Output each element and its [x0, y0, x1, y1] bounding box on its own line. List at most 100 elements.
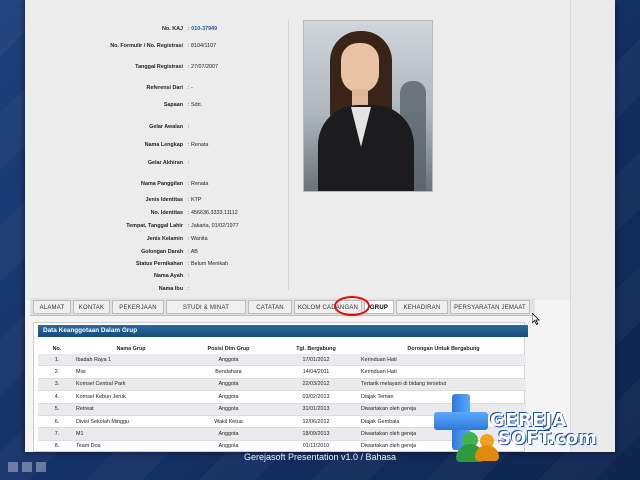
field-value: : 27/07/2007	[188, 64, 218, 70]
profile-row: Gelar Akhiran:	[25, 160, 255, 174]
profile-row: No. Formulir / No. Registrasi : 8104/1107	[25, 43, 255, 57]
table-cell: Retreat	[76, 403, 186, 416]
field-label: Gelar Awalan	[149, 124, 183, 130]
table-row[interactable]: 2. Misi Bendahara 14/04/2011 Kerinduan Hati	[38, 365, 526, 379]
highlight-circle	[334, 296, 370, 316]
profile-row: Nama Lengkap : Renata	[25, 142, 255, 156]
table-cell: Anggota	[186, 354, 271, 367]
field-value: : Jakarta, 01/02/1977	[188, 223, 239, 229]
field-label: Sapaan	[163, 102, 183, 108]
member-detail-page: No. KAJ : 010-37949 No. Formulir / No. Reg…	[25, 0, 615, 452]
table-cell: Anggota	[186, 403, 271, 416]
profile-row: Nama Ayah:	[25, 273, 255, 287]
col-tgl-bergabung: Tgl. Bergabung	[296, 345, 336, 352]
table-cell: Tertarik melayani di bidang tersebut	[361, 378, 526, 392]
table-cell: 03/02/2013	[271, 390, 361, 404]
col-posisi: Posisi Dlm Grup	[207, 345, 250, 352]
tab-bar: ALAMAT KONTAK PEKERJAAN STUDI & MINAT CA…	[30, 298, 535, 316]
field-value: : KTP	[188, 197, 202, 203]
logo-text-soft: SOFT.com	[498, 428, 597, 449]
tab-studi-minat[interactable]: STUDI & MINAT	[166, 300, 246, 314]
tab-kontak[interactable]: KONTAK	[73, 300, 110, 314]
tab-pekerjaan[interactable]: PEKERJAAN	[112, 300, 164, 314]
scroll-area	[570, 0, 615, 452]
profile-row: No. Identitas: 456636.3333.11112	[25, 210, 255, 224]
col-nama-grup: Nama Grup	[116, 345, 146, 352]
member-photo	[303, 20, 433, 192]
tab-persyaratan-jemaat[interactable]: PERSYARATAN JEMAAT	[450, 300, 530, 314]
field-label: Tempat, Tanggal Lahir	[126, 223, 183, 229]
group-panel-title: Data Keanggotaan Dalam Grup	[38, 325, 528, 337]
field-value: :	[188, 124, 190, 130]
table-row[interactable]: 3. Komsel Central Park Anggota 22/03/2012 Te…	[38, 378, 526, 392]
field-value: : -	[188, 85, 193, 91]
field-value: : 010-37949	[188, 26, 218, 32]
field-value: : Renata	[188, 142, 209, 148]
table-cell: Anggota	[186, 390, 271, 404]
table-header-row: No. Nama Grup Posisi Dlm Grup Tgl. Berga…	[38, 343, 526, 354]
table-cell: Anggota	[186, 427, 271, 441]
tab-alamat[interactable]: ALAMAT	[33, 300, 71, 314]
tab-kehadiran[interactable]: KEHADIRAN	[396, 300, 448, 314]
slide-footer: Gerejasoft Presentation v1.0 / Bahasa	[243, 452, 397, 462]
next-slide-icon[interactable]	[36, 462, 46, 472]
field-label: No. Formulir / No. Registrasi	[110, 43, 183, 49]
profile-row: Jenis Identitas : KTP	[25, 197, 255, 211]
table-cell: 12/06/2012	[271, 415, 361, 429]
field-value: :	[188, 273, 190, 279]
field-label: Jenis Identitas	[145, 197, 183, 203]
profile-row: No. KAJ : 010-37949	[25, 26, 255, 40]
field-value: :	[188, 286, 190, 292]
profile-row: Tempat, Tanggal Lahir : Jakarta, 01/02/19…	[25, 223, 255, 237]
menu-icon[interactable]	[22, 462, 32, 472]
col-no: No.	[52, 345, 62, 352]
mouse-pointer-icon	[532, 313, 540, 325]
slide-navigation	[8, 462, 58, 474]
field-label: Referensi Dari	[146, 85, 183, 91]
table-cell: 8.	[38, 440, 76, 452]
profile-area: No. KAJ : 010-37949 No. Formulir / No. Reg…	[25, 0, 570, 300]
field-label: No. KAJ	[162, 26, 183, 32]
table-cell: 3.	[38, 378, 76, 392]
table-cell: Bendahara	[186, 365, 271, 379]
field-label: Nama Panggilan	[141, 181, 183, 187]
field-value: : 8104/1107	[188, 43, 217, 49]
table-cell: 17/01/2012	[271, 354, 361, 367]
field-label: Golongan Darah	[141, 249, 183, 255]
field-value: : Sdri.	[188, 102, 203, 108]
field-label: Nama Ibu	[158, 286, 183, 292]
field-label: Nama Lengkap	[144, 142, 183, 148]
prev-slide-icon[interactable]	[8, 462, 18, 472]
profile-row: Tanggal Registrasi : 27/07/2007	[25, 64, 255, 78]
table-cell: Misi	[76, 365, 186, 379]
table-cell: Komsel Kebun Jeruk	[76, 390, 186, 404]
table-cell: 4.	[38, 390, 76, 404]
field-value: : Belum Menikah	[188, 261, 229, 267]
table-cell: 01/11/2010	[271, 440, 361, 452]
table-cell: Anggota	[186, 440, 271, 452]
table-cell: Divisi Sekolah Minggu	[76, 415, 186, 429]
table-cell: 31/01/2013	[271, 403, 361, 416]
table-cell: 22/03/2012	[271, 378, 361, 392]
field-label: Nama Ayah	[154, 273, 183, 279]
table-cell: Team Doa	[76, 440, 186, 452]
field-label: No. Identitas	[150, 210, 183, 216]
divider	[288, 20, 289, 290]
table-cell: Kerinduan Hati	[361, 354, 526, 367]
field-label: Gelar Akhiran	[147, 160, 183, 166]
table-cell: Wakil Ketua	[186, 415, 271, 429]
field-label: Tanggal Registrasi	[135, 64, 183, 70]
field-value: : Renata	[188, 181, 209, 187]
table-cell: Kerinduan Hati	[361, 365, 526, 379]
table-row[interactable]: 1. Ibadah Raya 1 Anggota 17/01/2012 Kerindua…	[38, 354, 526, 367]
field-label: Jenis Kelamin	[146, 236, 183, 242]
field-value: : Wanita	[188, 236, 208, 242]
profile-row: Sapaan : Sdri.	[25, 102, 255, 116]
table-cell: 18/09/2013	[271, 427, 361, 441]
profile-row: Nama Panggilan : Renata	[25, 181, 255, 195]
table-cell: 5.	[38, 403, 76, 416]
table-cell: Anggota	[186, 378, 271, 392]
tab-catatan[interactable]: CATATAN	[248, 300, 292, 314]
table-cell: 14/04/2011	[271, 365, 361, 379]
profile-row: Referensi Dari : -	[25, 85, 255, 99]
